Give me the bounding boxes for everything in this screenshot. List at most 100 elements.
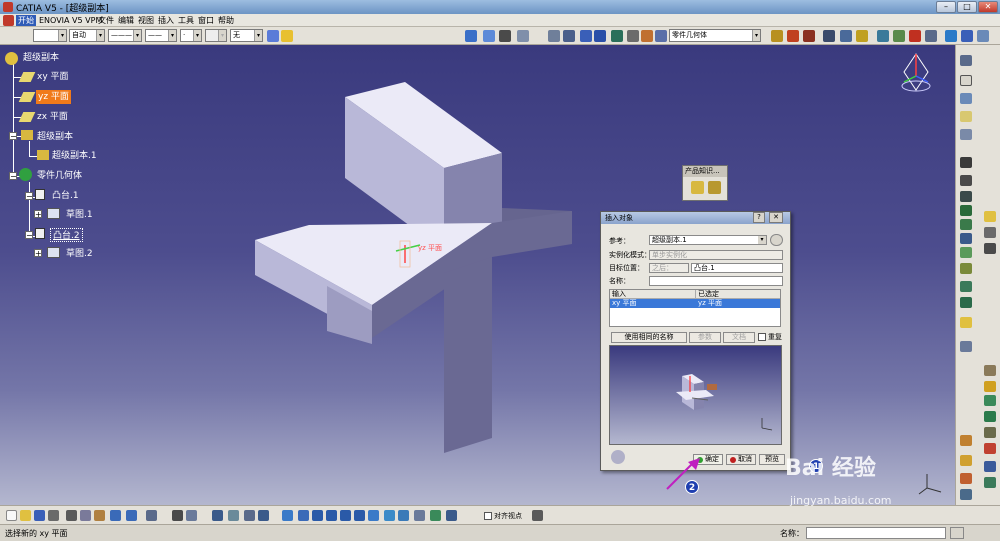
swap-icon[interactable]	[594, 30, 606, 42]
swap-visible-icon[interactable]	[446, 510, 457, 521]
reference-info-icon[interactable]	[770, 234, 783, 246]
plane-icon[interactable]	[961, 30, 973, 42]
shaft-icon[interactable]	[960, 191, 972, 202]
tree-icon[interactable]	[258, 510, 269, 521]
fly-mode-icon[interactable]	[465, 30, 477, 42]
brush-icon[interactable]	[281, 30, 293, 42]
pan-icon[interactable]	[580, 30, 592, 42]
view-mode-icon[interactable]	[627, 30, 639, 42]
rib-icon[interactable]	[960, 233, 972, 244]
analysis-icon[interactable]	[840, 30, 852, 42]
table-row[interactable]: xy 平面 yz 平面	[610, 299, 780, 308]
undo-icon[interactable]	[110, 510, 121, 521]
stiffener-icon[interactable]	[960, 263, 972, 274]
redo-icon[interactable]	[126, 510, 137, 521]
pan-icon[interactable]	[312, 510, 323, 521]
boolean-icon[interactable]	[984, 477, 996, 488]
render-icon[interactable]	[893, 30, 905, 42]
scaling-icon[interactable]	[960, 473, 972, 484]
sketch-icon[interactable]	[960, 129, 972, 140]
cut-icon[interactable]	[66, 510, 77, 521]
reference-dropdown-icon[interactable]: ▾	[758, 236, 766, 244]
shaft-icon[interactable]	[803, 30, 815, 42]
use-same-name-button[interactable]: 使用相同的名称	[611, 332, 687, 343]
status-ok-button[interactable]	[950, 527, 964, 539]
print-icon[interactable]	[48, 510, 59, 521]
select-arrow-icon[interactable]	[960, 341, 972, 352]
multi-view-icon[interactable]	[384, 510, 395, 521]
target-position-field[interactable]: 凸台.1	[691, 263, 783, 273]
apply-material-icon[interactable]	[877, 30, 889, 42]
menu-start[interactable]: 开始	[16, 15, 36, 26]
point-combo[interactable]: · ▾	[180, 29, 202, 42]
menu-insert[interactable]: 插入	[156, 15, 176, 26]
name-input[interactable]	[649, 276, 783, 286]
edge-fillet-icon[interactable]	[960, 317, 972, 328]
snap-icon[interactable]	[925, 30, 937, 42]
compass-icon[interactable]	[898, 50, 934, 100]
grid-icon[interactable]	[499, 30, 511, 42]
instantiate-catalog-icon[interactable]	[708, 181, 721, 194]
slot-icon[interactable]	[960, 247, 972, 258]
formula-icon[interactable]	[172, 510, 183, 521]
help-button[interactable]: ?	[753, 212, 765, 223]
maximize-button[interactable]: □	[957, 1, 977, 13]
rotate-view-icon[interactable]	[326, 510, 337, 521]
remove-loft-icon[interactable]	[960, 297, 972, 308]
define-work-object-icon[interactable]	[655, 30, 667, 42]
3d-viewport[interactable]: 超级副本 xy 平面 yz 平面 zx 平面 − 超级副本 超级副本.1 − 零…	[0, 45, 955, 505]
draft-icon[interactable]	[984, 227, 996, 238]
line-icon[interactable]	[977, 30, 989, 42]
menu-file[interactable]: 文件	[96, 15, 116, 26]
close-button[interactable]: ✕	[978, 1, 998, 13]
rotate-icon[interactable]	[548, 30, 560, 42]
comment-icon[interactable]	[186, 510, 197, 521]
menu-view[interactable]: 视图	[136, 15, 156, 26]
instantiate-icon[interactable]	[691, 181, 704, 194]
menu-tools[interactable]: 工具	[176, 15, 196, 26]
part-body-combo[interactable]: 零件几何体 ▾	[669, 29, 761, 42]
iso-view-icon[interactable]	[398, 510, 409, 521]
line-icon[interactable]	[960, 93, 972, 104]
save-icon[interactable]	[34, 510, 45, 521]
status-name-input[interactable]	[806, 527, 946, 539]
pattern-icon[interactable]	[960, 455, 972, 466]
axis-system-icon[interactable]	[945, 30, 957, 42]
remove-face-icon[interactable]	[984, 395, 996, 406]
zoom-out-icon[interactable]	[354, 510, 365, 521]
workbench-icon[interactable]	[3, 15, 14, 26]
shading-icon[interactable]	[641, 30, 653, 42]
thread-icon[interactable]	[984, 381, 996, 392]
measure-icon[interactable]	[823, 30, 835, 42]
macro-icon[interactable]	[244, 510, 255, 521]
cross-part-model[interactable]	[0, 45, 955, 505]
paste-icon[interactable]	[94, 510, 105, 521]
menu-window[interactable]: 窗口	[196, 15, 216, 26]
point-icon[interactable]	[960, 75, 972, 86]
thickness-icon[interactable]	[984, 365, 996, 376]
zoom-icon[interactable]	[563, 30, 575, 42]
preview-button[interactable]: 预览	[759, 454, 785, 465]
plane-icon[interactable]	[960, 111, 972, 122]
capture-icon[interactable]	[532, 510, 543, 521]
align-viewpoint-checkbox[interactable]	[484, 512, 492, 520]
hide-show-icon[interactable]	[430, 510, 441, 521]
menu-help[interactable]: 帮助	[216, 15, 236, 26]
reference-select[interactable]: 超级副本.1 ▾	[649, 235, 767, 245]
repeat-checkbox[interactable]	[758, 333, 766, 341]
pocket-icon[interactable]	[960, 175, 972, 186]
layer-combo[interactable]: 自动 ▾	[69, 29, 105, 42]
normal-view-icon[interactable]	[368, 510, 379, 521]
translate-icon[interactable]	[984, 427, 996, 438]
rotate-icon[interactable]	[984, 443, 996, 454]
shell-icon[interactable]	[984, 243, 996, 254]
menu-enovia[interactable]: ENOVIA V5 VPM	[37, 15, 104, 26]
paint-icon[interactable]	[267, 30, 279, 42]
knowledge-icon[interactable]	[856, 30, 868, 42]
symmetry-icon[interactable]	[960, 435, 972, 446]
mirror-icon[interactable]	[984, 461, 996, 472]
minimize-button[interactable]: –	[936, 1, 956, 13]
color-combo[interactable]: ▾	[33, 29, 67, 42]
loft-icon[interactable]	[960, 281, 972, 292]
line-type-combo[interactable]: ——— ▾	[108, 29, 142, 42]
